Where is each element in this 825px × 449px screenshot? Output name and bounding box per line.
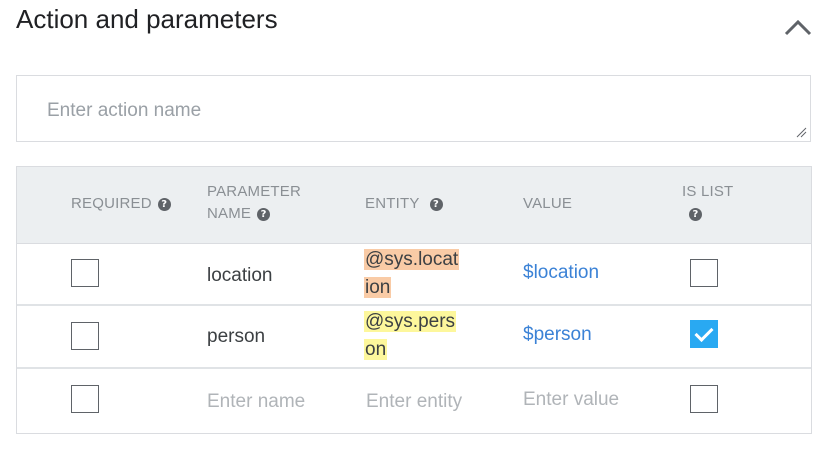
parameter-value[interactable]: $person <box>523 324 592 346</box>
required-checkbox[interactable] <box>71 259 99 287</box>
entity-chip[interactable]: @sys.locat ion <box>364 246 468 302</box>
table-row: person @sys.pers on $person <box>17 306 811 369</box>
parameters-table: REQUIRED? PARAMETER NAME? ENTITY? VALUE … <box>16 166 812 434</box>
parameter-name[interactable]: location <box>207 265 273 287</box>
required-checkbox[interactable] <box>71 385 99 413</box>
header-required: REQUIRED? <box>71 193 171 215</box>
entity-input[interactable]: Enter entity <box>366 391 470 413</box>
table-header: REQUIRED? PARAMETER NAME? ENTITY? VALUE … <box>17 167 811 244</box>
parameter-value[interactable]: $location <box>523 262 599 284</box>
parameter-name[interactable]: person <box>207 326 265 348</box>
chevron-up-icon[interactable] <box>782 16 814 40</box>
is-list-checkbox-checked[interactable] <box>690 320 718 348</box>
required-checkbox[interactable] <box>71 322 99 350</box>
header-parameter-name: PARAMETER NAME? <box>207 183 302 222</box>
help-icon[interactable]: ? <box>429 197 443 211</box>
name-input[interactable]: Enter name <box>207 391 311 413</box>
help-icon[interactable]: ? <box>689 207 702 221</box>
entity-chip[interactable]: @sys.pers on <box>364 308 468 364</box>
header-value: VALUE <box>523 195 573 212</box>
value-input[interactable]: Enter value <box>523 389 633 411</box>
action-name-textarea[interactable]: Enter action name <box>16 75 811 142</box>
is-list-checkbox[interactable] <box>690 259 718 287</box>
header-entity: ENTITY? <box>365 193 443 215</box>
help-icon[interactable]: ? <box>157 197 171 211</box>
section-title: Action and parameters <box>16 4 278 34</box>
is-list-checkbox[interactable] <box>690 385 718 413</box>
resize-handle-icon[interactable] <box>795 126 807 138</box>
header-is-list: IS LIST ? <box>682 183 734 221</box>
new-parameter-row: Enter name Enter entity Enter value <box>17 369 811 430</box>
table-row: location @sys.locat ion $location <box>17 243 811 306</box>
help-icon[interactable]: ? <box>257 207 271 221</box>
action-name-placeholder: Enter action name <box>47 100 202 121</box>
